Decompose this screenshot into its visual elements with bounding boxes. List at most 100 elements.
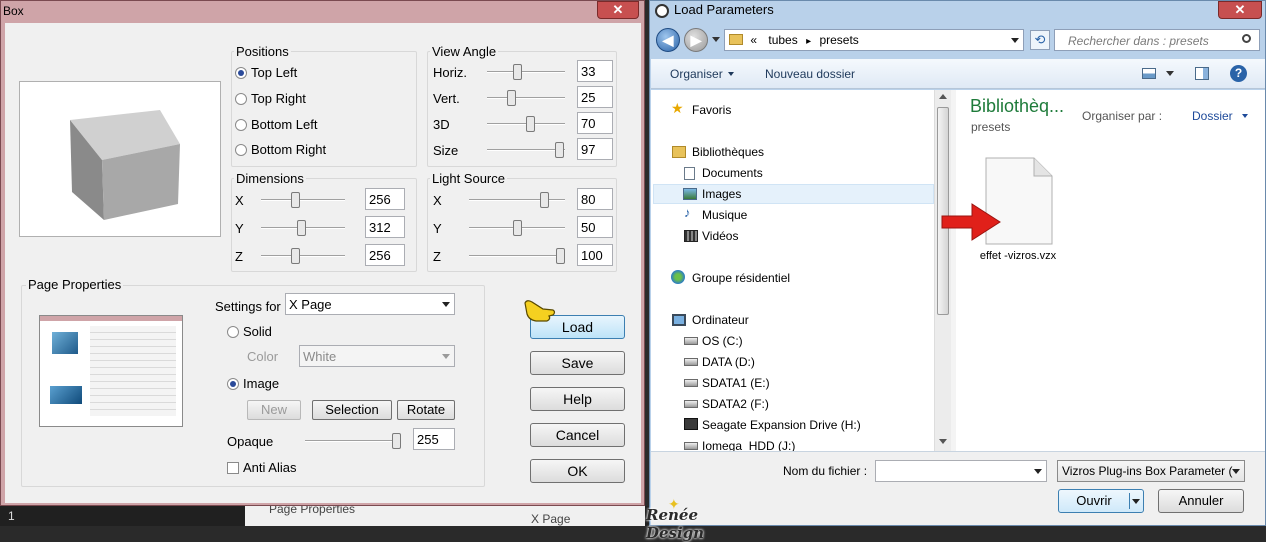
annuler-button[interactable]: Annuler xyxy=(1158,489,1244,513)
dim-y-input[interactable]: 312 xyxy=(365,216,405,238)
chevron-down-icon[interactable] xyxy=(1166,71,1174,76)
arrange-by-value[interactable]: Dossier xyxy=(1192,109,1233,123)
view-vert-slider[interactable] xyxy=(507,90,516,106)
ok-button[interactable]: OK xyxy=(530,459,625,483)
nav-drive-h[interactable]: Seagate Expansion Drive (H:) xyxy=(702,418,861,432)
nav-drive-d[interactable]: DATA (D:) xyxy=(702,355,755,369)
address-overflow[interactable]: « xyxy=(750,33,757,47)
nav-homegroup[interactable]: Groupe résidentiel xyxy=(692,271,790,285)
hand-pointer-icon xyxy=(524,300,556,322)
nav-drive-f[interactable]: SDATA2 (F:) xyxy=(702,397,769,411)
nav-drive-c[interactable]: OS (C:) xyxy=(702,334,743,348)
view-size-input[interactable]: 97 xyxy=(577,138,613,160)
new-folder-button[interactable]: Nouveau dossier xyxy=(765,67,855,81)
settings-for-select[interactable]: X Page xyxy=(285,293,455,315)
nav-images-highlight[interactable]: Images xyxy=(653,184,934,204)
view-3d-slider[interactable] xyxy=(526,116,535,132)
nav-computer[interactable]: Ordinateur xyxy=(692,313,749,327)
light-x-input[interactable]: 80 xyxy=(577,188,613,210)
file-type-select[interactable]: Vizros Plug-ins Box Parameter ( xyxy=(1057,460,1245,482)
back-arrow-icon[interactable]: ◀ xyxy=(656,28,680,52)
nav-music[interactable]: Musique xyxy=(702,208,747,222)
position-top-left-radio[interactable] xyxy=(235,67,247,79)
filename-input[interactable] xyxy=(875,460,1047,482)
scroll-down-icon[interactable] xyxy=(939,439,947,444)
search-input[interactable]: Rechercher dans : presets xyxy=(1054,29,1260,51)
nav-videos[interactable]: Vidéos xyxy=(702,229,738,243)
dim-x-slider[interactable] xyxy=(291,192,300,208)
open-button[interactable]: Ouvrir xyxy=(1058,489,1144,513)
nav-favorites[interactable]: Favoris xyxy=(692,103,731,117)
opaque-slider[interactable] xyxy=(392,433,401,449)
chevron-down-icon xyxy=(442,354,450,359)
view-size-label: Size xyxy=(433,143,459,158)
rotate-button[interactable]: Rotate xyxy=(397,400,455,420)
chevron-down-icon[interactable] xyxy=(1242,114,1248,118)
chevron-down-icon[interactable] xyxy=(1034,469,1042,474)
nav-drive-e[interactable]: SDATA1 (E:) xyxy=(702,376,770,390)
dim-z-track[interactable] xyxy=(261,255,345,257)
forward-arrow-icon[interactable]: ▶ xyxy=(684,28,708,52)
homegroup-icon xyxy=(671,270,685,284)
box-dialog-title: Box xyxy=(3,4,24,18)
dim-x-input[interactable]: 256 xyxy=(365,188,405,210)
solid-radio[interactable] xyxy=(227,326,239,338)
library-subtitle: presets xyxy=(971,120,1011,134)
cancel-button[interactable]: Cancel xyxy=(530,423,625,447)
dim-z-slider[interactable] xyxy=(291,248,300,264)
view-options-icon[interactable] xyxy=(1142,68,1156,79)
address-segment-presets[interactable]: presets xyxy=(819,33,858,47)
view-size-track[interactable] xyxy=(487,149,565,151)
positions-title: Positions xyxy=(234,44,291,59)
image-radio[interactable] xyxy=(227,378,239,390)
box-dialog-close-button[interactable]: ✕ xyxy=(597,1,639,19)
selection-button[interactable]: Selection xyxy=(312,400,392,420)
nav-libraries[interactable]: Bibliothèques xyxy=(692,145,764,159)
opaque-track[interactable] xyxy=(305,440,401,442)
light-x-slider[interactable] xyxy=(540,192,549,208)
light-z-slider[interactable] xyxy=(556,248,565,264)
anti-alias-checkbox[interactable] xyxy=(227,462,239,474)
address-segment-tubes[interactable]: tubes xyxy=(768,33,797,47)
dim-z-input[interactable]: 256 xyxy=(365,244,405,266)
view-horiz-slider[interactable] xyxy=(513,64,522,80)
load-parameters-dialog: Load Parameters ✕ ◀ ▶ « tubes ▸ presets … xyxy=(649,0,1266,526)
view-3d-input[interactable]: 70 xyxy=(577,112,613,134)
color-select[interactable]: White xyxy=(299,345,455,367)
view-horiz-input[interactable]: 33 xyxy=(577,60,613,82)
load-dialog-close-button[interactable]: ✕ xyxy=(1218,1,1262,19)
opaque-input[interactable]: 255 xyxy=(413,428,455,450)
view-vert-input[interactable]: 25 xyxy=(577,86,613,108)
dim-x-track[interactable] xyxy=(261,199,345,201)
light-z-track[interactable] xyxy=(469,255,565,257)
light-y-input[interactable]: 50 xyxy=(577,216,613,238)
light-y-slider[interactable] xyxy=(513,220,522,236)
preview-pane-icon[interactable] xyxy=(1195,67,1209,80)
library-icon xyxy=(672,146,686,158)
position-bottom-right-radio[interactable] xyxy=(235,144,247,156)
position-bottom-left-radio[interactable] xyxy=(235,119,247,131)
nav-scrollbar[interactable] xyxy=(934,90,951,451)
new-button[interactable]: New xyxy=(247,400,301,420)
chevron-down-icon[interactable] xyxy=(1132,499,1140,504)
history-dropdown-icon[interactable] xyxy=(712,37,720,42)
position-top-right-radio[interactable] xyxy=(235,93,247,105)
dim-z-label: Z xyxy=(235,249,243,264)
external-drive-icon xyxy=(684,418,698,430)
help-icon[interactable]: ? xyxy=(1230,65,1247,82)
dim-y-slider[interactable] xyxy=(297,220,306,236)
view-vert-track[interactable] xyxy=(487,97,565,99)
nav-documents[interactable]: Documents xyxy=(702,166,763,180)
view-size-slider[interactable] xyxy=(555,142,564,158)
save-button[interactable]: Save xyxy=(530,351,625,375)
chevron-down-icon[interactable] xyxy=(1011,38,1019,43)
help-button[interactable]: Help xyxy=(530,387,625,411)
refresh-icon[interactable]: ⟲ xyxy=(1030,30,1050,50)
organize-button[interactable]: Organiser xyxy=(670,67,723,81)
scroll-up-icon[interactable] xyxy=(939,94,947,99)
view-horiz-track[interactable] xyxy=(487,71,565,73)
drive-icon xyxy=(684,442,698,450)
light-x-track[interactable] xyxy=(469,199,565,201)
address-bar[interactable]: « tubes ▸ presets xyxy=(724,29,1024,51)
light-z-input[interactable]: 100 xyxy=(577,244,613,266)
